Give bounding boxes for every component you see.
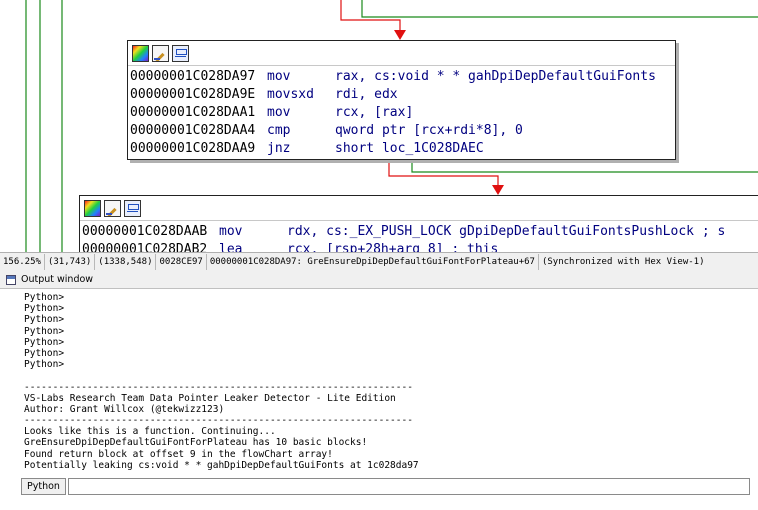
instruction-line[interactable]: 00000001C028DAA1 mov rcx, [rax] <box>130 104 675 122</box>
arrow-red-node2 <box>492 185 504 195</box>
instruction-operands: short loc_1C028DAEC <box>335 141 484 156</box>
status-zoom: 156.25% <box>0 254 45 270</box>
instruction-address: 00000001C028DAA1 <box>130 105 256 120</box>
output-line: Python> <box>24 359 65 371</box>
status-graph-coords: (31,743) <box>45 254 96 270</box>
output-line: Found return block at offset 9 in the fl… <box>24 448 333 460</box>
color-palette-icon[interactable] <box>132 44 149 62</box>
output-line: Python> <box>24 325 65 337</box>
cli-bar: Python <box>0 475 758 497</box>
status-sync: (Synchronized with Hex View-1) <box>541 257 705 267</box>
instruction-address: 00000001C028DAA4 <box>130 123 256 138</box>
node-2-toolbar <box>80 196 758 221</box>
output-window: Output window Python> Python> Python> Pytho… <box>0 271 758 510</box>
instruction-line[interactable]: 00000001C028DAB2 lea rcx, [rsp+28h+arg_8] … <box>82 241 758 252</box>
output-line: Python> <box>24 303 65 315</box>
node-1-code[interactable]: 00000001C028DA97 mov rax, cs:void * * gahD… <box>128 66 675 160</box>
instruction-line[interactable]: 00000001C028DAA9 jnz short loc_1C028DAEC <box>130 140 675 158</box>
instruction-mnemonic: movsxd <box>267 87 314 102</box>
instruction-address: 00000001C028DA97 <box>130 69 256 84</box>
instruction-line[interactable]: 00000001C028DA97 mov rax, cs:void * * gahD… <box>130 68 675 86</box>
output-window-titlebar[interactable]: Output window <box>0 271 758 289</box>
basic-block-node-1[interactable]: 00000001C028DA97 mov rax, cs:void * * gahD… <box>127 40 676 160</box>
instruction-address: 00000001C028DAA9 <box>130 141 256 156</box>
flowchart-icon[interactable] <box>172 44 189 62</box>
output-line: ----------------------------------------… <box>24 415 413 427</box>
instruction-address: 00000001C028DA9E <box>130 87 256 102</box>
rename-pencil-icon[interactable] <box>104 199 121 217</box>
instruction-address: 00000001C028DAAB <box>82 224 208 239</box>
arrow-red-top <box>394 30 406 40</box>
instruction-line[interactable]: 00000001C028DAAB mov rdx, cs:_EX_PUSH_LOCK… <box>82 223 758 241</box>
output-line: Python> <box>24 314 65 326</box>
instruction-mnemonic: mov <box>267 69 291 84</box>
output-line: Potentially leaking cs:void * * gahDpiDe… <box>24 459 419 471</box>
instruction-mnemonic: lea <box>219 242 243 252</box>
status-mouse-coords: (1338,548) <box>95 254 157 270</box>
edge-green-top <box>361 0 758 18</box>
status-bar: 156.25% (31,743) (1338,548) 0028CE97 000… <box>0 252 758 272</box>
output-line: Python> <box>24 336 65 348</box>
output-log: Python> Python> Python> Python> Python> Pytho… <box>0 289 758 471</box>
instruction-operands: rax, cs:void * * gahDpiDepDefaultGuiFont… <box>335 69 656 84</box>
graph-view[interactable]: 00000001C028DA97 mov rax, cs:void * * gahD… <box>0 0 758 252</box>
instruction-operands: rdx, cs:_EX_PUSH_LOCK gDpiDepDefaultGuiF… <box>287 224 726 239</box>
rename-pencil-icon[interactable] <box>152 44 169 62</box>
instruction-address: 00000001C028DAB2 <box>82 242 208 252</box>
status-location: 00000001C028DA97: GreEnsureDpiDepDefault… <box>207 254 539 270</box>
instruction-mnemonic: cmp <box>267 123 291 138</box>
output-line: VS-Labs Research Team Data Pointer Leake… <box>24 392 396 404</box>
instruction-line[interactable]: 00000001C028DAA4 cmp qword ptr [rcx+rdi*8]… <box>130 122 675 140</box>
node-1-toolbar <box>128 41 675 66</box>
instruction-operands: rcx, [rsp+28h+arg_8] ; this <box>287 242 499 252</box>
edge-green-node1-right <box>411 158 758 173</box>
color-palette-icon[interactable] <box>84 199 101 217</box>
cli-language-button[interactable]: Python <box>21 477 66 495</box>
node-2-code[interactable]: 00000001C028DAAB mov rdx, cs:_EX_PUSH_LOCK… <box>80 221 758 252</box>
basic-block-node-2[interactable]: 00000001C028DAAB mov rdx, cs:_EX_PUSH_LOCK… <box>79 195 758 252</box>
window-icon <box>6 274 16 285</box>
output-line: Looks like this is a function. Continuin… <box>24 426 276 438</box>
flowchart-icon[interactable] <box>124 199 141 217</box>
instruction-operands: rdi, edx <box>335 87 398 102</box>
cli-input[interactable] <box>67 477 750 495</box>
instruction-operands: qword ptr [rcx+rdi*8], 0 <box>335 123 523 138</box>
instruction-line[interactable]: 00000001C028DA9E movsxd rdi, edx <box>130 86 675 104</box>
output-line: Author: Grant Willcox (@tekwizz123) <box>24 403 225 415</box>
output-window-title: Output window <box>21 274 94 285</box>
instruction-mnemonic: mov <box>267 105 291 120</box>
output-line: Python> <box>24 292 65 303</box>
output-line: ----------------------------------------… <box>24 381 413 393</box>
instruction-mnemonic: jnz <box>267 141 291 156</box>
edge-red-top <box>340 0 401 30</box>
output-line: GreEnsureDpiDepDefaultGuiFontForPlateau … <box>24 437 368 449</box>
output-line: Python> <box>24 347 65 359</box>
instruction-operands: rcx, [rax] <box>335 105 414 120</box>
status-file-offset: 0028CE97 <box>156 254 207 270</box>
instruction-mnemonic: mov <box>219 224 243 239</box>
